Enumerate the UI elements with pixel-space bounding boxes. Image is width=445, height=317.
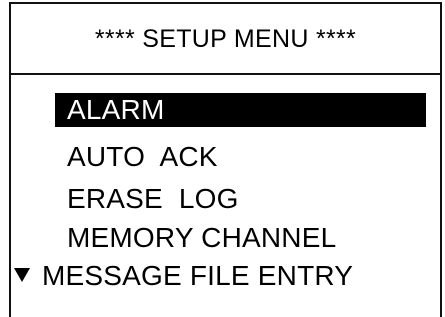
menu-item-message-file-entry[interactable]: MESSAGE FILE ENTRY [42,259,353,293]
triangle-down-icon [14,268,30,282]
menu-item-erase-log[interactable]: ERASE LOG [67,182,239,216]
menu-item-alarm[interactable]: ALARM [55,93,426,127]
menu-title: **** SETUP MENU **** [94,25,357,53]
menu-item-memory-channel[interactable]: MEMORY CHANNEL [67,221,336,255]
menu-header: **** SETUP MENU **** [11,4,440,75]
menu-item-auto-ack[interactable]: AUTO ACK [67,140,218,174]
